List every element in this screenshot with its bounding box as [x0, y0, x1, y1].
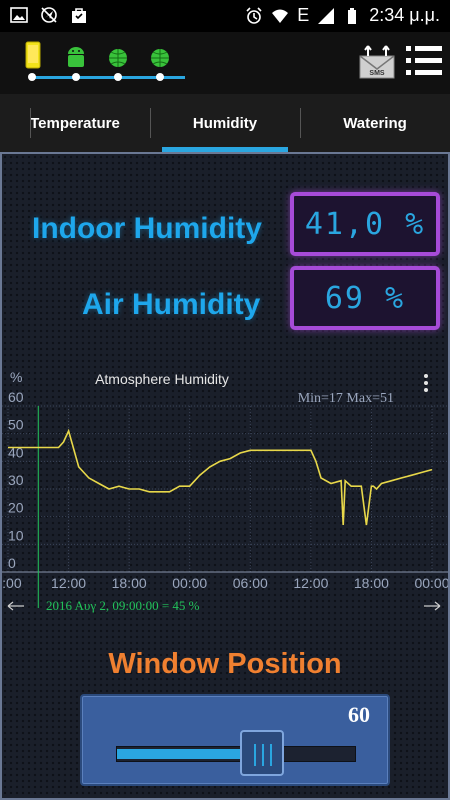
scroll-left-icon [7, 601, 24, 611]
sms-icon[interactable]: SMS [358, 44, 396, 80]
android-icon [68, 47, 84, 67]
y-tick-label: 10 [8, 527, 24, 543]
indoor-humidity-label: Indoor Humidity [32, 212, 262, 245]
y-tick-label: 30 [8, 472, 24, 488]
status-bar: E 2:34 μ.μ. [0, 0, 450, 32]
window-position-title: Window Position [108, 648, 342, 680]
battery-icon [348, 7, 357, 24]
globe-icon [151, 49, 169, 67]
air-humidity-label: Air Humidity [82, 288, 261, 321]
tab-divider [300, 108, 301, 138]
alarm-icon [246, 6, 262, 24]
network-type: E [297, 5, 310, 25]
step-dot-2 [72, 73, 80, 81]
phone-icon [25, 41, 41, 69]
tab-watering[interactable]: Watering [300, 94, 450, 152]
tab-divider [150, 108, 151, 138]
tab-label: Temperature [30, 114, 120, 132]
cursor-label: 2016 Αυγ 2, 09:00:00 = 45 % [46, 598, 200, 613]
step-dot-1 [28, 73, 36, 81]
chart-overflow-icon [424, 381, 428, 385]
x-tick-label: 00:00 [172, 575, 207, 591]
globe-icon [109, 49, 127, 67]
step-dot-4 [156, 73, 164, 81]
tab-label: Watering [343, 114, 407, 132]
tab-temperature[interactable]: Temperature [0, 94, 150, 152]
indoor-humidity-value: 41,0 % [290, 192, 440, 256]
svg-text:SMS: SMS [369, 70, 385, 77]
min-max-label: Min=17 Max=51 [298, 391, 394, 406]
x-tick-label: 06:00 [233, 575, 268, 591]
y-tick-label: 0 [8, 555, 16, 571]
x-tick-label: 6:00 [2, 575, 22, 591]
window-position-thumb[interactable] [240, 730, 284, 776]
window-position-panel: 60 [80, 694, 390, 786]
tab-humidity[interactable]: Humidity [150, 94, 300, 152]
humidity-panel: Indoor Humidity 41,0 % Air Humidity 69 %… [0, 152, 450, 800]
shopping-bag-icon [72, 8, 86, 23]
gallery-icon [10, 7, 28, 23]
chart-overflow-icon [424, 388, 428, 392]
thumb-grip-line [254, 744, 256, 766]
menu-icon[interactable] [406, 44, 442, 78]
window-position-value: 60 [348, 702, 370, 727]
x-tick-label: 00:00 [414, 575, 448, 591]
signal-icon [318, 7, 335, 24]
window-position-track[interactable] [116, 746, 356, 762]
no-location-icon [41, 7, 57, 23]
air-humidity-value: 69 % [290, 266, 440, 330]
y-tick-label: 60 [8, 389, 24, 405]
tab-label: Humidity [192, 114, 258, 132]
x-tick-label: 18:00 [354, 575, 389, 591]
chart-overflow-icon [424, 374, 428, 378]
humidity-chart[interactable]: 01020304050606:0012:0018:0000:0006:0012:… [2, 366, 448, 622]
step-dot-3 [114, 73, 122, 81]
scroll-right-icon [424, 601, 441, 611]
thumb-grip-line [270, 744, 272, 766]
y-tick-label: 20 [8, 500, 24, 516]
y-axis-unit: % [10, 369, 22, 385]
clock: 2:34 μ.μ. [369, 5, 440, 25]
x-tick-label: 18:00 [112, 575, 147, 591]
tab-bar: Temperature Humidity Watering [0, 94, 450, 152]
thumb-grip-line [262, 744, 264, 766]
progress-steps [25, 41, 169, 81]
wifi-icon [272, 9, 289, 23]
x-tick-label: 12:00 [293, 575, 328, 591]
y-tick-label: 50 [8, 417, 24, 433]
x-tick-label: 12:00 [51, 575, 86, 591]
tab-divider [30, 108, 31, 138]
series-line [8, 428, 433, 526]
chart-title: Atmosphere Humidity [95, 371, 229, 387]
